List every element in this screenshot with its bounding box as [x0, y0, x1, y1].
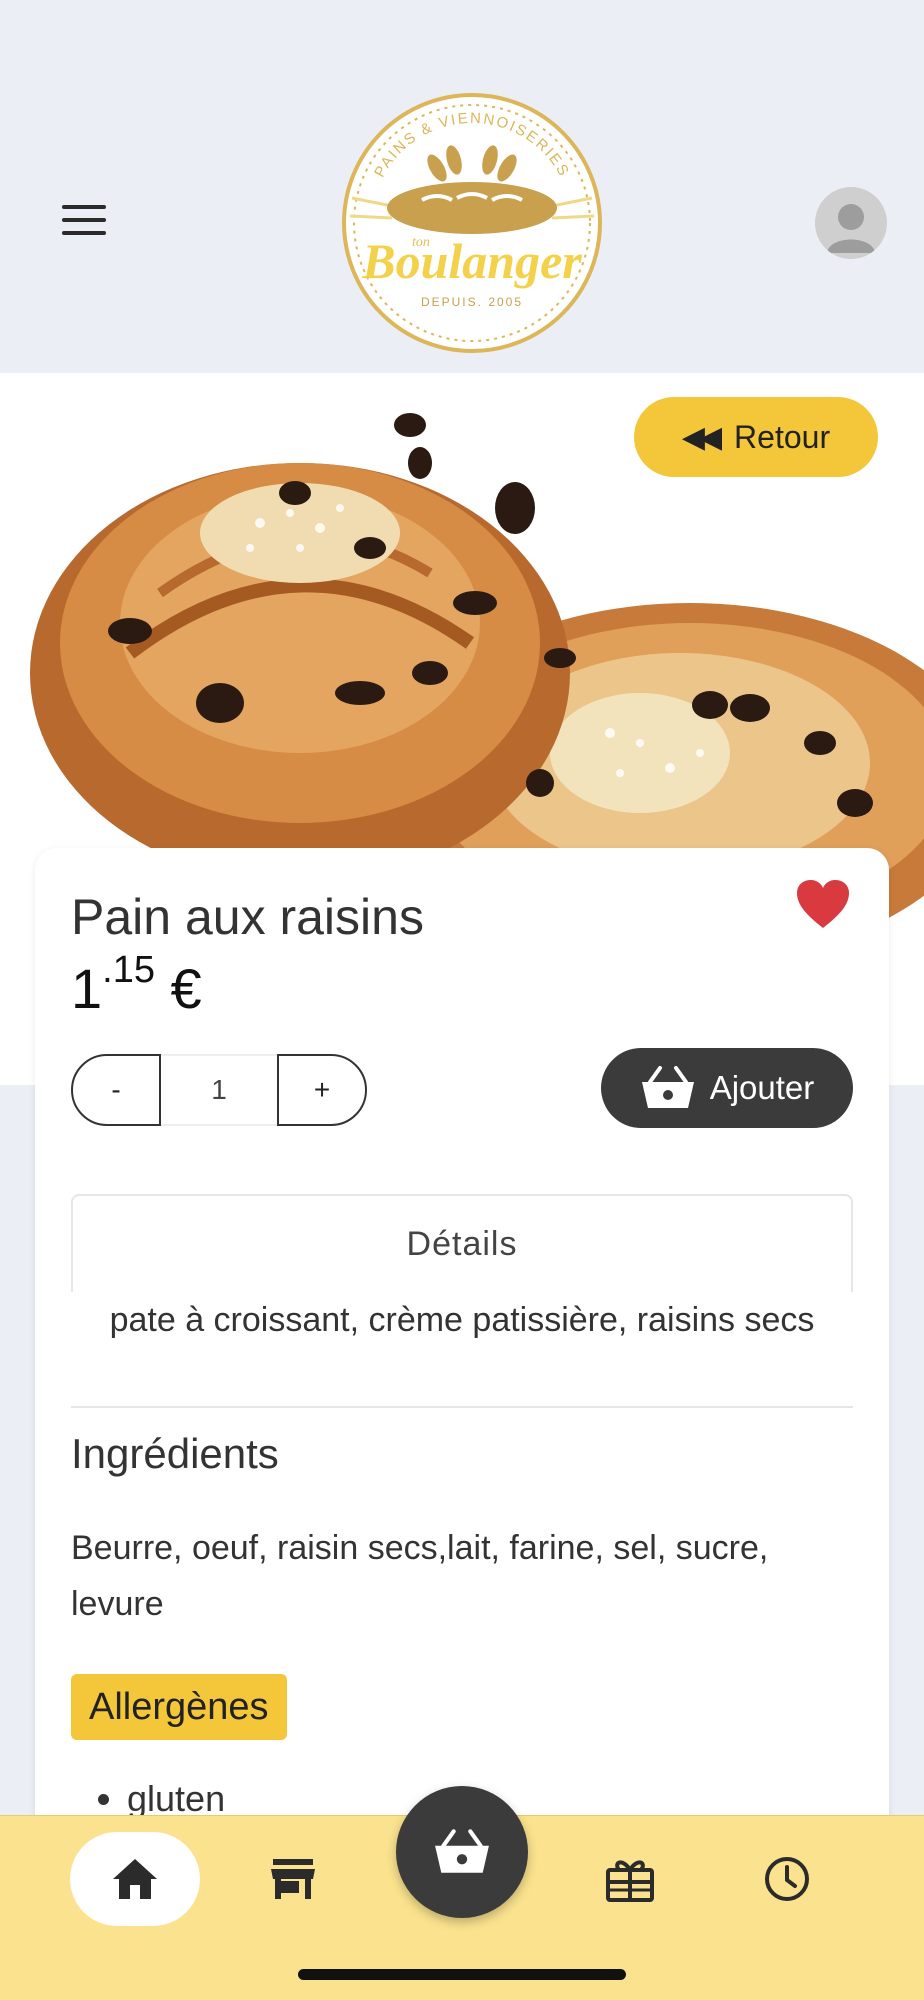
back-button-label: Retour	[734, 418, 831, 455]
user-avatar-icon[interactable]	[815, 187, 887, 259]
quantity-stepper: - 1 +	[71, 1054, 373, 1126]
cart-icon	[435, 1829, 489, 1873]
add-to-cart-button[interactable]: Ajouter	[601, 1048, 853, 1128]
list-item: gluten	[127, 1778, 225, 1820]
details-description: pate à croissant, crème patissière, rais…	[71, 1292, 853, 1408]
decrease-quantity-button[interactable]: -	[71, 1054, 161, 1126]
nav-gifts[interactable]	[565, 1832, 695, 1926]
nav-history[interactable]	[722, 1832, 852, 1926]
history-icon	[765, 1857, 809, 1901]
details-tab[interactable]: Détails	[71, 1194, 853, 1292]
svg-text:Boulanger: Boulanger	[361, 233, 582, 289]
cart-button[interactable]	[396, 1786, 528, 1918]
allergens-list: gluten	[127, 1778, 225, 1820]
menu-icon[interactable]	[62, 205, 116, 245]
favorite-heart-icon[interactable]	[795, 878, 851, 930]
shop-icon	[271, 1859, 315, 1899]
brand-logo[interactable]: PAINS & VIENNOISERIES ton Boulanger DEPU…	[312, 88, 632, 358]
gift-icon	[606, 1860, 654, 1902]
basket-icon	[641, 1066, 694, 1108]
increase-quantity-button[interactable]: +	[277, 1054, 367, 1126]
app-header: PAINS & VIENNOISERIES ton Boulanger DEPU…	[0, 0, 924, 373]
details-section: Détails pate à croissant, crème patissiè…	[71, 1194, 853, 1414]
back-button[interactable]: ◀◀ Retour	[634, 397, 878, 477]
product-price: 1.15 €	[71, 949, 202, 1020]
ingredients-text: Beurre, oeuf, raisin secs,lait, farine, …	[71, 1529, 769, 1623]
home-indicator	[298, 1969, 626, 1980]
product-title: Pain aux raisins	[71, 889, 424, 945]
nav-home[interactable]	[70, 1832, 200, 1926]
allergens-title: Allergènes	[71, 1674, 287, 1740]
ingredients-title: Ingrédients	[71, 1430, 279, 1477]
rewind-icon: ◀◀	[681, 420, 722, 454]
svg-text:DEPUIS. 2005: DEPUIS. 2005	[421, 295, 523, 309]
home-icon	[113, 1859, 157, 1899]
nav-shop[interactable]	[228, 1832, 358, 1926]
quantity-value[interactable]: 1	[161, 1054, 277, 1126]
add-to-cart-label: Ajouter	[709, 1069, 815, 1106]
